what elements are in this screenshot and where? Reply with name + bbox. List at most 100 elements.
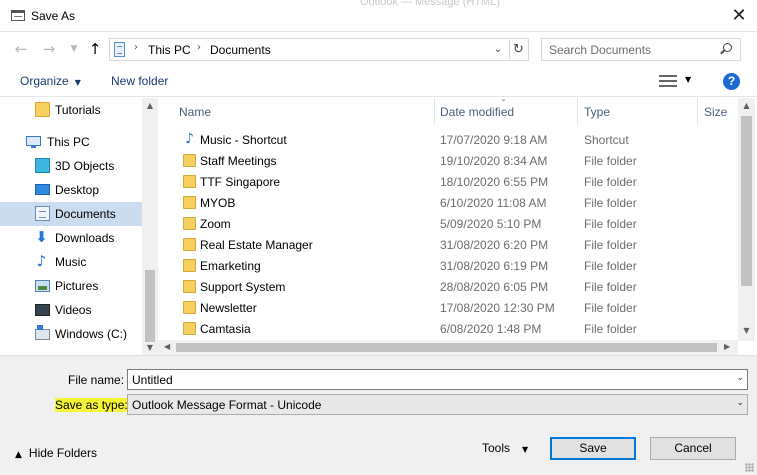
column-header-label: Date modified (440, 105, 515, 119)
change-view-icon[interactable] (659, 75, 677, 87)
file-row[interactable]: Camtasia 6/08/2020 1:48 PM File folder (176, 318, 734, 339)
save-as-type-label: Save as type: (55, 398, 128, 412)
address-dropdown-chevron-icon[interactable]: ⌄ (490, 41, 506, 58)
scrollbar-thumb[interactable] (176, 343, 717, 352)
file-list-vertical-scrollbar[interactable]: ▲ ▼ (738, 98, 755, 341)
file-row[interactable]: Zoom 5/09/2020 5:10 PM File folder (176, 213, 734, 234)
save-as-type-select[interactable]: Outlook Message Format - Unicode ⌄ (127, 394, 748, 415)
sidebar-item-label: 3D Objects (55, 159, 115, 173)
sidebar-item-music[interactable]: ♪ Music (0, 250, 142, 274)
file-name: Music - Shortcut (200, 133, 287, 147)
file-type: File folder (584, 280, 637, 294)
save-as-type-dropdown-chevron-icon[interactable]: ⌄ (736, 398, 744, 408)
help-icon[interactable]: ? (723, 73, 740, 90)
tools-menu[interactable]: Tools ▼ (482, 441, 528, 455)
title-bar: Save As Outlook — Message (HTML) ✕ (0, 0, 757, 32)
file-row[interactable]: Real Estate Manager 31/08/2020 6:20 PM F… (176, 234, 734, 255)
scrollbar-thumb[interactable] (741, 116, 752, 286)
search-box[interactable] (541, 38, 741, 61)
folder-icon (183, 154, 196, 167)
file-row[interactable]: Newsletter 17/08/2020 12:30 PM File fold… (176, 297, 734, 318)
close-icon[interactable]: ✕ (729, 7, 749, 25)
file-row[interactable]: Support System 28/08/2020 6:05 PM File f… (176, 276, 734, 297)
breadcrumb-separator-icon[interactable]: › (197, 42, 201, 53)
sidebar-item-documents[interactable]: Documents (0, 202, 142, 226)
column-header-date-modified[interactable]: Date modified (435, 98, 578, 125)
breadcrumb-this-pc[interactable]: This PC (148, 43, 191, 57)
music-note-icon: ♪ (36, 252, 47, 270)
address-bar[interactable]: › This PC › Documents ⌄ ↻ (109, 38, 529, 61)
sidebar-item-desktop[interactable]: Desktop (0, 178, 142, 202)
sidebar-item-pictures[interactable]: Pictures (0, 274, 142, 298)
file-name-dropdown-chevron-icon[interactable]: ⌄ (736, 373, 744, 383)
column-header-type[interactable]: Type (578, 98, 698, 125)
sidebar-item-3d-objects[interactable]: 3D Objects (0, 154, 142, 178)
command-bar: Organize ▼ New folder ▼ ? (0, 66, 757, 97)
navigation-pane: Tutorials This PC 3D Objects Desktop Doc… (0, 98, 158, 355)
sidebar-item-videos[interactable]: Videos (0, 298, 142, 322)
refresh-icon[interactable]: ↻ (509, 40, 527, 59)
folder-icon (183, 238, 196, 251)
file-name-combobox[interactable]: ⌄ (127, 369, 748, 390)
search-input[interactable] (542, 39, 717, 60)
file-date: 6/08/2020 1:48 PM (440, 322, 542, 336)
sidebar-item-downloads[interactable]: ⬇ Downloads (0, 226, 142, 250)
scroll-right-icon[interactable]: ▶ (724, 342, 730, 351)
scroll-up-icon[interactable]: ▲ (741, 101, 752, 110)
file-list-horizontal-scrollbar[interactable]: ◀ ▶ (158, 340, 738, 355)
scrollbar-thumb[interactable] (145, 270, 155, 342)
file-date: 17/07/2020 9:18 AM (440, 133, 548, 147)
scroll-down-icon[interactable]: ▼ (145, 343, 155, 352)
back-arrow-icon[interactable]: ← (13, 40, 29, 58)
computer-icon (26, 136, 41, 148)
breadcrumb-separator-icon[interactable]: › (134, 42, 138, 53)
resize-grip-icon[interactable] (745, 463, 754, 472)
tools-chevron-icon: ▼ (522, 445, 529, 454)
folder-icon (183, 196, 196, 209)
sidebar-item-windows-c[interactable]: Windows (C:) (0, 322, 142, 346)
recent-locations-chevron-icon[interactable]: ▼ (66, 40, 82, 58)
file-row[interactable]: ♪ Music - Shortcut 17/07/2020 9:18 AM Sh… (176, 129, 734, 150)
forward-arrow-icon[interactable]: → (41, 40, 57, 58)
column-header-label: Size (704, 105, 728, 119)
scroll-left-icon[interactable]: ◀ (164, 342, 170, 351)
hide-folders-button[interactable]: ▲ Hide Folders (15, 446, 97, 460)
file-row[interactable]: MYOB 6/10/2020 11:08 AM File folder (176, 192, 734, 213)
sidebar-item-label: Music (55, 255, 87, 269)
window-title: Save As (31, 9, 76, 23)
folder-icon (183, 259, 196, 272)
column-header-label: Type (584, 105, 611, 119)
breadcrumb-documents[interactable]: Documents (210, 43, 271, 57)
sidebar-item-label: Tutorials (55, 103, 101, 117)
desktop-icon (35, 184, 50, 195)
column-header-size[interactable]: Size (698, 98, 738, 125)
pictures-icon (35, 280, 50, 292)
file-row[interactable]: Emarketing 31/08/2020 6:19 PM File folde… (176, 255, 734, 276)
view-options-chevron-icon[interactable]: ▼ (685, 75, 691, 84)
scroll-up-icon[interactable]: ▲ (145, 101, 155, 110)
navigation-scrollbar[interactable]: ▲ ▼ (142, 98, 158, 355)
search-icon[interactable] (723, 43, 732, 52)
save-button[interactable]: Save (550, 437, 636, 460)
file-row[interactable]: Staff Meetings 19/10/2020 8:34 AM File f… (176, 150, 734, 171)
sidebar-item-label: This PC (47, 135, 90, 149)
file-name: Emarketing (200, 259, 261, 273)
scroll-down-icon[interactable]: ▼ (741, 326, 752, 335)
organize-chevron-icon: ▼ (74, 78, 81, 87)
file-name: Support System (200, 280, 286, 294)
organize-label: Organize (20, 74, 69, 88)
up-arrow-icon[interactable]: ↑ (87, 40, 103, 58)
file-row[interactable]: TTF Singapore 18/10/2020 6:55 PM File fo… (176, 171, 734, 192)
cancel-button[interactable]: Cancel (650, 437, 736, 460)
cube-icon (35, 158, 50, 173)
new-folder-button[interactable]: New folder (111, 74, 168, 88)
file-name-input[interactable] (128, 370, 728, 389)
videos-icon (35, 304, 50, 316)
organize-menu[interactable]: Organize ▼ (20, 74, 81, 88)
file-date: 18/10/2020 6:55 PM (440, 175, 549, 189)
sidebar-item-this-pc[interactable]: This PC (0, 130, 142, 154)
file-date: 5/09/2020 5:10 PM (440, 217, 542, 231)
sidebar-item-tutorials[interactable]: Tutorials (0, 98, 142, 122)
file-name: Zoom (200, 217, 231, 231)
column-header-name[interactable]: Name (176, 98, 435, 125)
